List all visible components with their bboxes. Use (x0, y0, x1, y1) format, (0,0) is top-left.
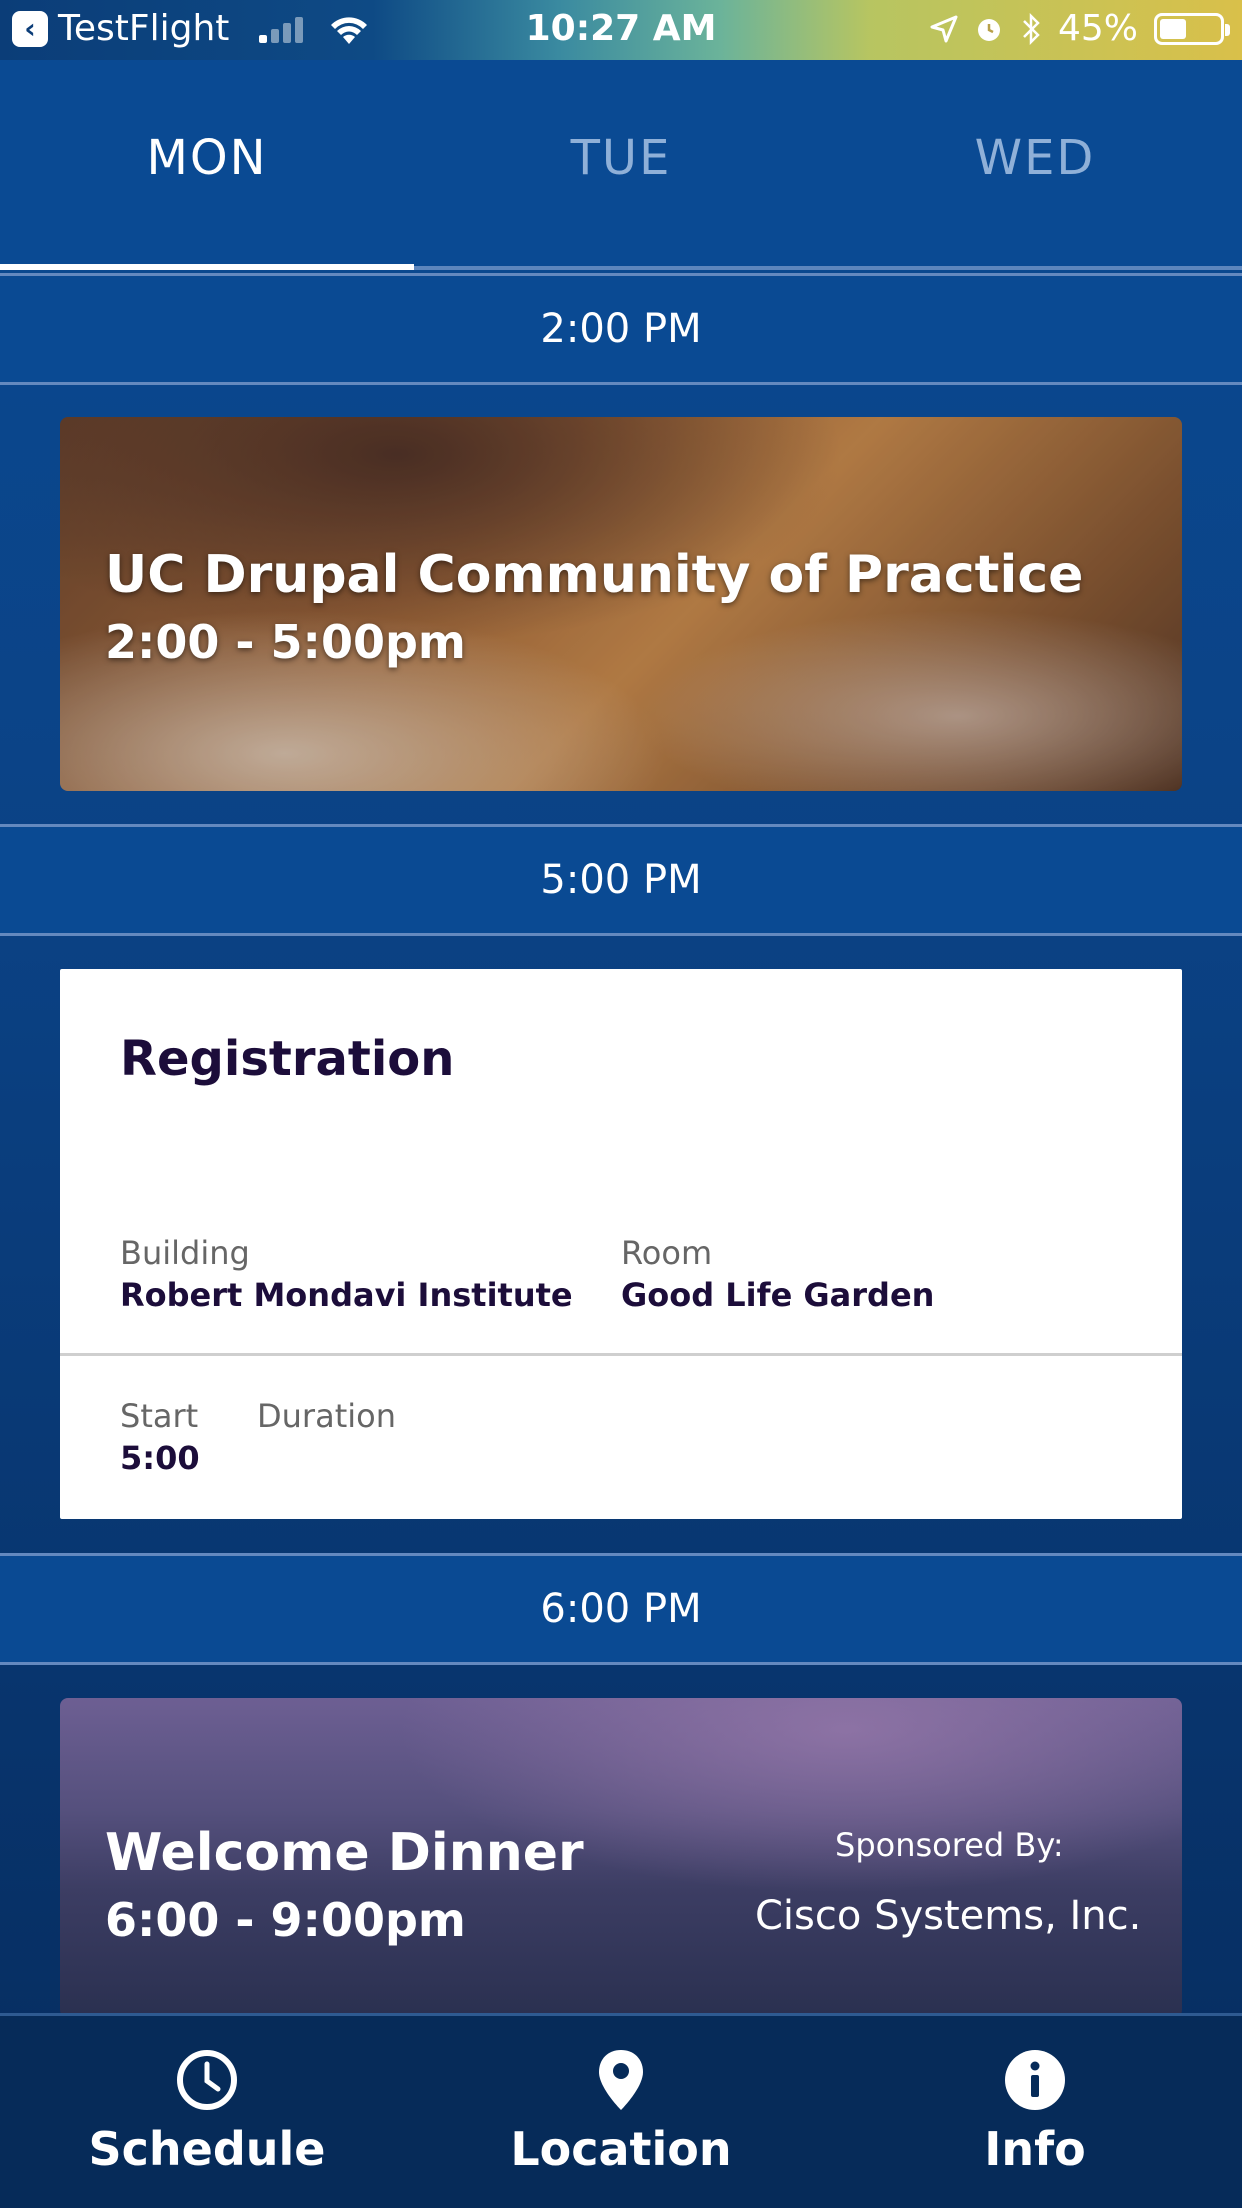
event-times: 6:00 - 9:00pm (105, 1893, 466, 1947)
battery-icon (1154, 12, 1230, 45)
nav-location[interactable]: Location (414, 2016, 828, 2208)
tab-mon[interactable]: MON (0, 60, 414, 270)
time-header: 5:00 PM (0, 824, 1242, 936)
tab-label: TUE (570, 130, 672, 186)
event-card-drupal[interactable]: UC Drupal Community of Practice 2:00 - 5… (60, 417, 1182, 791)
status-bar: ‹ TestFlight 10:27 AM 45% (0, 0, 1242, 60)
event-title: UC Drupal Community of Practice (105, 545, 1084, 605)
start-label: Start (120, 1397, 199, 1435)
battery-percent: 45% (1057, 8, 1138, 49)
start-value: 5:00 (120, 1439, 200, 1477)
event-times: 2:00 - 5:00pm (105, 615, 466, 669)
time-header: 2:00 PM (0, 273, 1242, 385)
sponsored-by-label: Sponsored By: (835, 1826, 1064, 1864)
time-header-label: 2:00 PM (540, 306, 702, 352)
room-label: Room (621, 1234, 713, 1272)
bluetooth-icon (1023, 12, 1040, 45)
tab-wed[interactable]: WED (828, 60, 1242, 266)
day-tabs: MON TUE WED (0, 60, 1242, 270)
map-pin-icon (589, 2048, 653, 2112)
alarm-icon (977, 18, 1000, 41)
divider (60, 1353, 1182, 1356)
clock-icon (175, 2048, 239, 2112)
time-header: 6:00 PM (0, 1553, 1242, 1665)
time-header-label: 5:00 PM (540, 857, 702, 903)
sponsor-name: Cisco Systems, Inc. (755, 1893, 1142, 1939)
building-label: Building (120, 1234, 250, 1272)
bottom-nav: Schedule Location Info (0, 2013, 1242, 2208)
nav-label: Location (510, 2122, 732, 2176)
nav-schedule[interactable]: Schedule (0, 2016, 414, 2208)
tab-label: WED (974, 130, 1096, 186)
nav-info[interactable]: Info (828, 2016, 1242, 2208)
time-header-label: 6:00 PM (540, 1586, 702, 1632)
info-icon (1003, 2048, 1067, 2112)
status-right: 45% (930, 8, 1230, 49)
event-title: Registration (120, 1031, 455, 1087)
location-arrow-icon (930, 15, 958, 42)
tab-tue[interactable]: TUE (414, 60, 828, 266)
building-value: Robert Mondavi Institute (120, 1276, 573, 1314)
event-title: Welcome Dinner (105, 1823, 584, 1883)
tab-label: MON (146, 130, 268, 186)
nav-label: Schedule (88, 2122, 326, 2176)
room-value: Good Life Garden (621, 1276, 935, 1314)
event-card-welcome-dinner[interactable]: Welcome Dinner 6:00 - 9:00pm Sponsored B… (60, 1698, 1182, 2018)
event-card-registration[interactable]: Registration Building Robert Mondavi Ins… (60, 969, 1182, 1519)
duration-label: Duration (257, 1397, 396, 1435)
nav-label: Info (984, 2122, 1086, 2176)
